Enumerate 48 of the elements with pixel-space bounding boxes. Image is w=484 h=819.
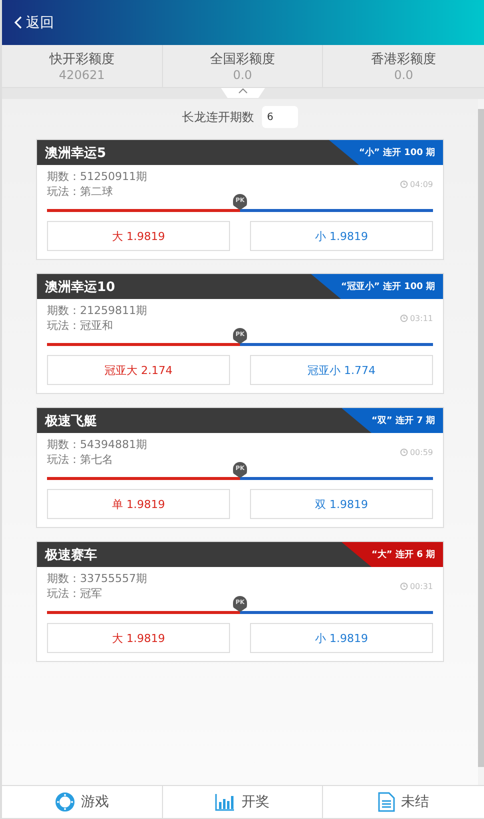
period-text: 期数：51250911期 — [47, 169, 147, 184]
period-text: 期数：54394881期 — [47, 437, 147, 452]
bet-option[interactable]: 冠亚大 2.174 — [47, 355, 230, 385]
clock-icon — [400, 582, 408, 590]
bet-option[interactable]: 单 1.9819 — [47, 489, 230, 519]
stat-label: 快开彩额度 — [49, 51, 114, 68]
scrollbar[interactable] — [478, 109, 484, 767]
back-button[interactable]: 返回 — [14, 14, 54, 32]
countdown-text: 04:09 — [410, 180, 433, 188]
back-icon — [14, 16, 22, 29]
streak-input[interactable]: 6 — [262, 106, 298, 128]
play-text: 玩法：第二球 — [47, 184, 114, 199]
play-text: 玩法：第七名 — [47, 452, 114, 467]
stat-label: 香港彩额度 — [371, 51, 436, 68]
card-title: 极速赛车 — [44, 546, 97, 564]
card-title: 澳洲幸运5 — [44, 144, 106, 162]
streak-badge: “双” 连开 7 期 — [342, 408, 443, 433]
countdown-text: 00:59 — [410, 448, 433, 456]
bet-option[interactable]: 大 1.9819 — [47, 221, 230, 251]
streak-badge: “大” 连开 6 期 — [342, 542, 443, 567]
period-text: 期数：21259811期 — [47, 303, 147, 318]
streak-badge: “冠亚小” 连开 100 期 — [310, 274, 443, 299]
collapse-tab[interactable] — [221, 88, 265, 98]
bet-option[interactable]: 双 1.9819 — [250, 489, 433, 519]
play-text: 玩法：冠军 — [47, 586, 103, 601]
bet-option[interactable]: 小 1.9819 — [250, 623, 433, 653]
period-text: 期数：33755557期 — [47, 571, 147, 586]
bet-option[interactable]: 小 1.9819 — [250, 221, 433, 251]
streak-badge: “小” 连开 100 期 — [328, 140, 443, 165]
bet-option[interactable]: 大 1.9819 — [47, 623, 230, 653]
stat-value: 0.0 — [232, 68, 252, 82]
caret-icon — [238, 88, 248, 94]
stat-value: 420621 — [58, 68, 105, 82]
bar-chart-icon — [215, 793, 236, 811]
clock-icon — [400, 180, 408, 188]
document-icon — [378, 792, 396, 812]
stat-label: 全国彩额度 — [210, 51, 275, 68]
countdown-text: 03:11 — [410, 314, 433, 322]
countdown-text: 00:31 — [410, 582, 433, 590]
bet-option[interactable]: 冠亚小 1.774 — [250, 355, 433, 385]
clock-icon — [400, 448, 408, 456]
filter-label: 长龙连开期数 — [182, 108, 254, 126]
play-text: 玩法：冠亚和 — [47, 318, 114, 333]
card-title: 极速飞艇 — [44, 412, 97, 430]
stat-value: 0.0 — [394, 68, 414, 82]
card-title: 澳洲幸运10 — [44, 278, 116, 296]
lifebuoy-icon — [54, 792, 75, 812]
clock-icon — [400, 314, 408, 322]
